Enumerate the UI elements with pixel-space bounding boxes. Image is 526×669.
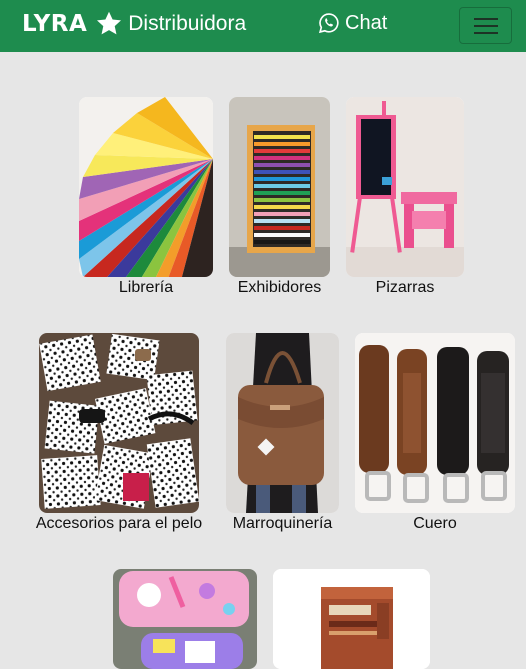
category-card-8[interactable]: [273, 569, 430, 669]
navbar: LYRA Distribuidora Chat: [0, 0, 526, 52]
menu-toggle-button[interactable]: [459, 7, 512, 44]
display-rack-photo: [229, 97, 330, 277]
brand-logo: LYRA: [22, 11, 88, 37]
hamburger-menu-icon: [474, 18, 498, 34]
category-card-accesorios-para-el-pelo[interactable]: Accesorios para el pelo: [36, 333, 202, 538]
paper-fan-photo: [79, 97, 213, 277]
category-label: Pizarras: [375, 279, 435, 296]
category-image: [273, 569, 430, 669]
chat-link[interactable]: Chat: [318, 11, 387, 35]
category-card-cuero[interactable]: Cuero: [355, 333, 515, 538]
category-image: [113, 569, 257, 669]
whatsapp-icon: [318, 13, 339, 34]
brand-name: Distribuidora: [128, 12, 247, 35]
unicorn-pencil-case-photo: [113, 569, 257, 669]
chat-label: Chat: [345, 11, 388, 34]
hair-accessories-photo: [39, 333, 199, 513]
category-image: [229, 97, 330, 277]
category-card-pizarras[interactable]: Pizarras: [346, 97, 464, 302]
category-card-libreria[interactable]: Librería: [79, 97, 213, 302]
category-image: [346, 97, 464, 277]
category-label: Cuero: [413, 515, 457, 532]
brand-link[interactable]: LYRA Distribuidora: [22, 8, 246, 40]
category-card-exhibidores[interactable]: Exhibidores: [229, 97, 330, 302]
leather-belts-photo: [355, 333, 515, 513]
category-image: [39, 333, 199, 513]
category-image: [226, 333, 339, 513]
category-image: [355, 333, 515, 513]
category-card-7[interactable]: [113, 569, 257, 669]
hair-dye-box-photo: [273, 569, 430, 669]
leather-bag-photo: [226, 333, 339, 513]
category-card-marroquineria[interactable]: Marroquinería: [226, 333, 339, 538]
category-image: [79, 97, 213, 277]
chalkboard-photo: [346, 97, 464, 277]
star-icon: [97, 11, 122, 35]
